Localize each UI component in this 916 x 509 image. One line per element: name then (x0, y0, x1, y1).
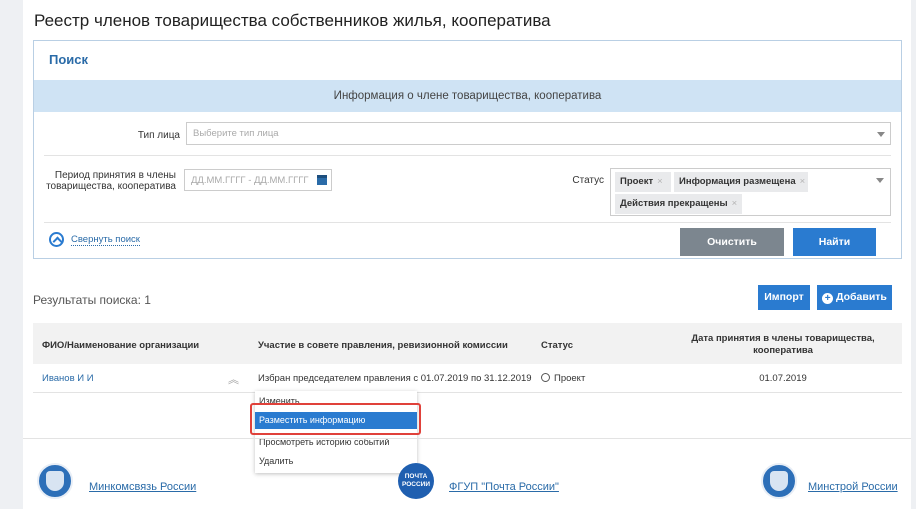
import-button[interactable]: Импорт (758, 285, 810, 310)
post-logo-icon: ПОЧТА РОССИИ (398, 463, 434, 499)
find-button[interactable]: Найти (793, 228, 876, 256)
period-input[interactable]: ДД.ММ.ГГГГ - ДД.ММ.ГГГГ (184, 169, 332, 191)
menu-item-history[interactable]: Просмотреть историю событий (255, 434, 417, 451)
member-name-link[interactable]: Иванов И И (42, 373, 94, 384)
status-tag-label: Проект (620, 176, 654, 187)
status-cell: Проект (541, 373, 585, 384)
column-header-date-line1: Дата принятия в члены товарищества, (691, 333, 875, 344)
column-header-status[interactable]: Статус (541, 340, 573, 351)
person-type-label: Тип лица (137, 130, 180, 141)
period-placeholder: ДД.ММ.ГГГГ - ДД.ММ.ГГГГ (191, 175, 309, 186)
collapse-search-link[interactable]: Свернуть поиск (71, 234, 140, 246)
column-header-participation[interactable]: Участие в совете правления, ревизионной … (258, 340, 508, 351)
emblem-icon (37, 463, 73, 499)
clear-button[interactable]: Очистить (680, 228, 784, 256)
status-tag-terminated[interactable]: Действия прекращены × (615, 194, 742, 214)
double-chevron-up-icon[interactable]: ︽ (228, 371, 239, 387)
page: Реестр членов товарищества собственников… (23, 0, 911, 509)
column-header-date-line2: кооператива (753, 345, 813, 356)
divider (44, 222, 891, 223)
close-icon[interactable]: × (732, 198, 738, 209)
search-title: Поиск (49, 52, 89, 67)
caret-down-icon (876, 178, 884, 183)
highlight-frame (250, 403, 421, 435)
status-label: Статус (572, 175, 604, 186)
menu-item-delete[interactable]: Удалить (255, 453, 417, 470)
add-button[interactable]: + Добавить (817, 285, 892, 310)
period-label-line2: товарищества, кооператива (46, 181, 176, 192)
caret-down-icon (877, 132, 885, 137)
status-tag-project[interactable]: Проект × (615, 172, 671, 192)
close-icon[interactable]: × (800, 176, 806, 187)
emblem-icon (761, 463, 797, 499)
footer-divider (23, 438, 911, 439)
status-tag-published[interactable]: Информация размещена × (674, 172, 808, 192)
page-title: Реестр членов товарищества собственников… (34, 11, 551, 30)
status-select[interactable]: Проект × Информация размещена × Действия п… (610, 168, 891, 216)
footer-link-post[interactable]: ФГУП "Почта России" (449, 481, 559, 493)
period-label: Период принятия в члены товарищества, ко… (44, 170, 176, 192)
calendar-icon[interactable] (317, 175, 327, 185)
plus-circle-icon: + (822, 293, 834, 304)
status-project-icon (541, 373, 550, 382)
column-header-name[interactable]: ФИО/Наименование организации (42, 340, 199, 351)
table-row[interactable]: Иванов И И ︽ Избран председателем правле… (33, 364, 902, 393)
person-type-select[interactable]: Выберите тип лица (186, 122, 891, 145)
results-count: Результаты поиска: 1 (33, 293, 151, 307)
add-button-label: Добавить (836, 291, 887, 303)
close-icon[interactable]: × (657, 176, 663, 187)
table-header: ФИО/Наименование организации Участие в с… (33, 323, 902, 364)
person-type-placeholder: Выберите тип лица (193, 128, 279, 139)
footer-link-minkomsvyaz[interactable]: Минкомсвязь России (89, 481, 196, 493)
period-label-line1: Период принятия в члены (54, 170, 176, 181)
chevron-up-icon[interactable] (49, 232, 64, 247)
footer-link-minstroy[interactable]: Минстрой России (808, 481, 898, 493)
participation-cell: Избран председателем правления с 01.07.2… (258, 373, 532, 384)
date-cell: 01.07.2019 (759, 373, 807, 384)
status-tag-label: Информация размещена (679, 176, 796, 187)
divider (44, 155, 891, 156)
status-cell-text: Проект (554, 373, 586, 384)
column-header-date[interactable]: Дата принятия в члены товарищества, кооп… (673, 333, 893, 357)
status-tag-label: Действия прекращены (620, 198, 728, 209)
search-panel: Поиск Информация о члене товарищества, к… (33, 40, 902, 259)
info-band: Информация о члене товарищества, коопера… (34, 80, 901, 112)
